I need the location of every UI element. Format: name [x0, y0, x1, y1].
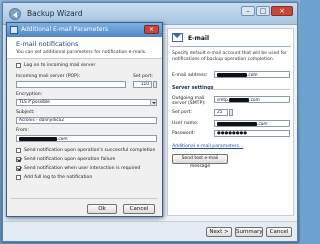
pop-server-label: Incoming mail server (POP): — [16, 74, 81, 79]
smtp-port-input[interactable]: 25 — [214, 109, 228, 116]
notify-success-label: Send notification upon operation's succe… — [24, 148, 156, 153]
pop-port-input[interactable]: 110 — [133, 81, 152, 88]
from-input[interactable]: .com — [16, 135, 157, 142]
pop-port-spinner[interactable] — [153, 81, 157, 88]
email-address-label: E-mail address: — [172, 73, 208, 78]
user-name-label: User name: — [172, 121, 199, 126]
envelope-icon — [172, 33, 183, 42]
summary-button[interactable]: Summary — [235, 227, 263, 237]
notify-failure-label: Send notification upon operation failure — [24, 157, 116, 162]
encryption-select[interactable]: TLS if possible — [16, 99, 157, 106]
subject-label: Subject: — [16, 110, 35, 115]
set-port-label: Set port: — [133, 74, 153, 79]
subject-input[interactable]: Acronis - dannydico2 — [16, 117, 157, 124]
dialog-footer-divider — [11, 198, 158, 199]
additional-parameters-link[interactable]: Additional e-mail parameters... — [172, 144, 243, 149]
email-description: Specify default e-mail account that will… — [172, 51, 287, 62]
email-address-input[interactable]: .com — [214, 71, 290, 78]
maximize-button[interactable]: □ — [256, 6, 270, 16]
password-input[interactable]: ●●●●●●●● — [214, 130, 290, 137]
send-test-email-button[interactable]: Send test e-mail message — [172, 154, 228, 169]
port-spinner[interactable] — [229, 109, 233, 116]
notify-interaction-label: Send notification when user interaction … — [24, 166, 141, 171]
dialog-app-icon — [10, 26, 18, 34]
ok-button[interactable]: Ok — [87, 204, 117, 214]
notify-interaction-checkbox[interactable] — [16, 166, 21, 171]
email-section-title: E-mail — [188, 35, 210, 42]
window-close-button[interactable]: × — [271, 6, 293, 16]
email-settings-panel: E-mail Specify default e-mail account th… — [167, 28, 294, 216]
wizard-button-bar: Next > Summary Cancel — [3, 221, 297, 241]
user-name-input[interactable]: .com — [214, 120, 290, 127]
add-full-log-label: Add full log to the notification — [24, 175, 93, 180]
log-incoming-label: Log on to incoming mail server — [24, 63, 96, 68]
smtp-server-input[interactable]: smtp. .com — [214, 96, 290, 103]
additional-email-parameters-dialog: Additional E-mail Parameters × E-mail no… — [6, 22, 163, 217]
chevron-down-icon[interactable] — [150, 100, 156, 105]
back-arrow-icon[interactable] — [9, 8, 21, 20]
log-incoming-checkbox[interactable] — [16, 63, 21, 68]
dialog-header: E-mail notifications You can set additio… — [7, 37, 162, 59]
add-full-log-checkbox[interactable] — [16, 175, 21, 180]
smtp-label: Outgoing mail server (SMTP): — [172, 96, 206, 106]
dialog-cancel-button[interactable]: Cancel — [123, 204, 155, 214]
dialog-title: Additional E-mail Parameters — [21, 26, 109, 33]
encryption-label: Encryption: — [16, 92, 43, 97]
notify-success-checkbox[interactable] — [16, 148, 21, 153]
from-label: From: — [16, 128, 29, 133]
wizard-title: Backup Wizard — [27, 9, 83, 18]
minimize-button[interactable]: – — [241, 6, 255, 16]
dialog-close-button[interactable]: × — [144, 25, 159, 34]
wizard-cancel-button[interactable]: Cancel — [266, 227, 292, 237]
server-settings-divider — [208, 89, 290, 90]
port-label: Set port: — [172, 110, 192, 115]
dialog-subtitle: You can set additional parameters for no… — [16, 50, 147, 55]
dialog-heading: E-mail notifications — [16, 40, 79, 48]
next-button[interactable]: Next > — [206, 227, 232, 237]
notify-failure-checkbox[interactable] — [16, 157, 21, 162]
dialog-title-bar: Additional E-mail Parameters × — [7, 23, 162, 37]
pop-server-input[interactable] — [16, 81, 126, 88]
section-divider — [170, 46, 291, 47]
password-label: Password: — [172, 131, 196, 136]
